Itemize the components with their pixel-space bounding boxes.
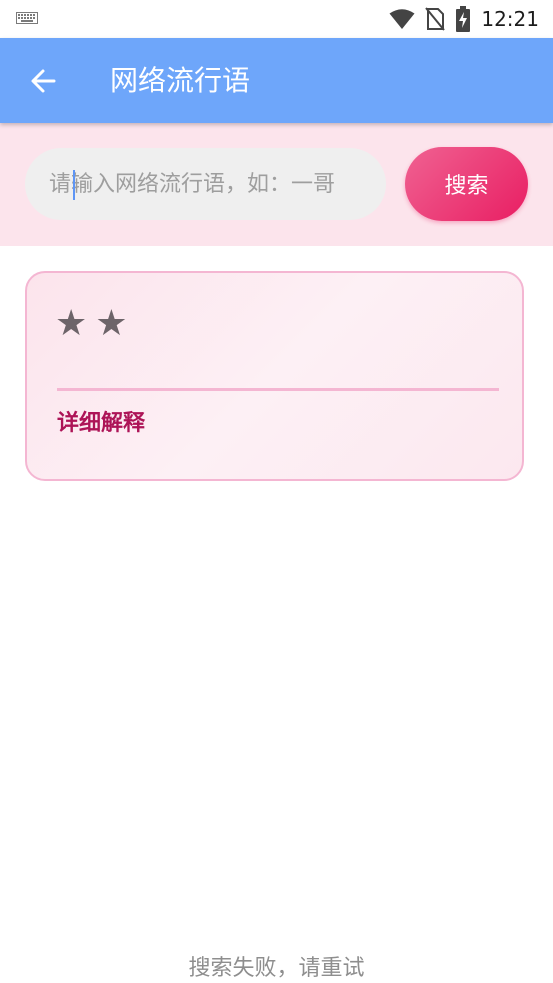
arrow-back-icon [31, 69, 56, 93]
result-card: ★★ 详细解释 [25, 271, 524, 481]
search-field[interactable] [25, 148, 386, 220]
app-bar: 网络流行语 [0, 38, 553, 123]
result-word: ★★ [55, 303, 136, 344]
battery-charging-icon [456, 6, 471, 32]
card-divider [57, 388, 499, 391]
search-input[interactable] [49, 148, 365, 220]
status-message: 搜索失败，请重试 [188, 956, 365, 981]
back-button[interactable] [22, 60, 64, 102]
detail-label: 详细解释 [57, 411, 146, 436]
search-area: 搜索 [0, 123, 553, 246]
page-title: 网络流行语 [110, 64, 251, 97]
keyboard-icon [16, 12, 38, 24]
text-cursor [73, 170, 75, 200]
status-bar: 12:21 [0, 0, 553, 38]
no-sim-icon [425, 7, 446, 31]
search-button[interactable]: 搜索 [405, 147, 528, 221]
wifi-icon [389, 9, 415, 29]
status-time: 12:21 [481, 7, 539, 31]
